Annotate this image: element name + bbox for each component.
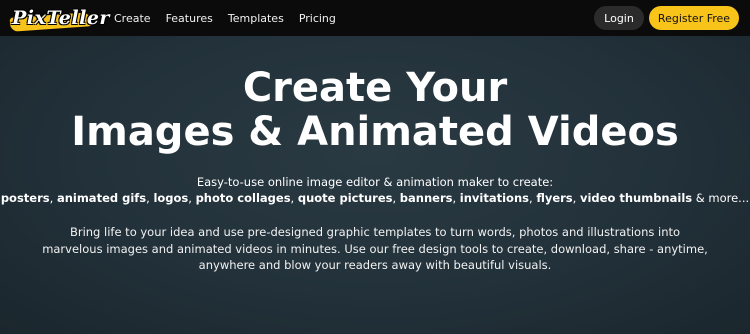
feature-item: quote pictures xyxy=(297,191,393,205)
feature-item: video thumbnails xyxy=(579,191,693,205)
feature-list-suffix: & more... xyxy=(695,191,750,205)
hero-title-line-2: Images & Animated Videos xyxy=(71,109,679,155)
hero-feature-list: posters, animated gifs, logos, photo col… xyxy=(0,191,750,205)
feature-item: posters xyxy=(0,191,50,205)
register-free-button[interactable]: Register Free xyxy=(649,6,739,30)
nav-link-pricing[interactable]: Pricing xyxy=(299,12,336,25)
feature-item: flyers xyxy=(536,191,573,205)
nav-links: Create Features Templates Pricing xyxy=(114,0,351,36)
hero-subtitle-intro: Easy-to-use online image editor & animat… xyxy=(196,175,554,189)
feature-item: invitations xyxy=(459,191,529,205)
nav-link-create[interactable]: Create xyxy=(114,12,151,25)
feature-item: animated gifs xyxy=(56,191,147,205)
feature-item: photo collages xyxy=(195,191,291,205)
logo-text: PixTeller xyxy=(12,7,110,29)
feature-item: banners xyxy=(399,191,453,205)
nav-link-templates[interactable]: Templates xyxy=(228,12,284,25)
hero-title-line-1: Create Your xyxy=(242,65,508,111)
pixteller-logo[interactable]: PixTeller xyxy=(8,5,109,33)
hero-description: Bring life to your idea and use pre-desi… xyxy=(42,225,708,272)
login-button[interactable]: Login xyxy=(594,6,644,30)
feature-item: logos xyxy=(153,191,189,205)
nav-link-features[interactable]: Features xyxy=(166,12,213,25)
top-navbar: PixTeller Create Features Templates Pric… xyxy=(0,0,750,36)
hero-title: Create Your Images & Animated Videos xyxy=(0,66,750,154)
